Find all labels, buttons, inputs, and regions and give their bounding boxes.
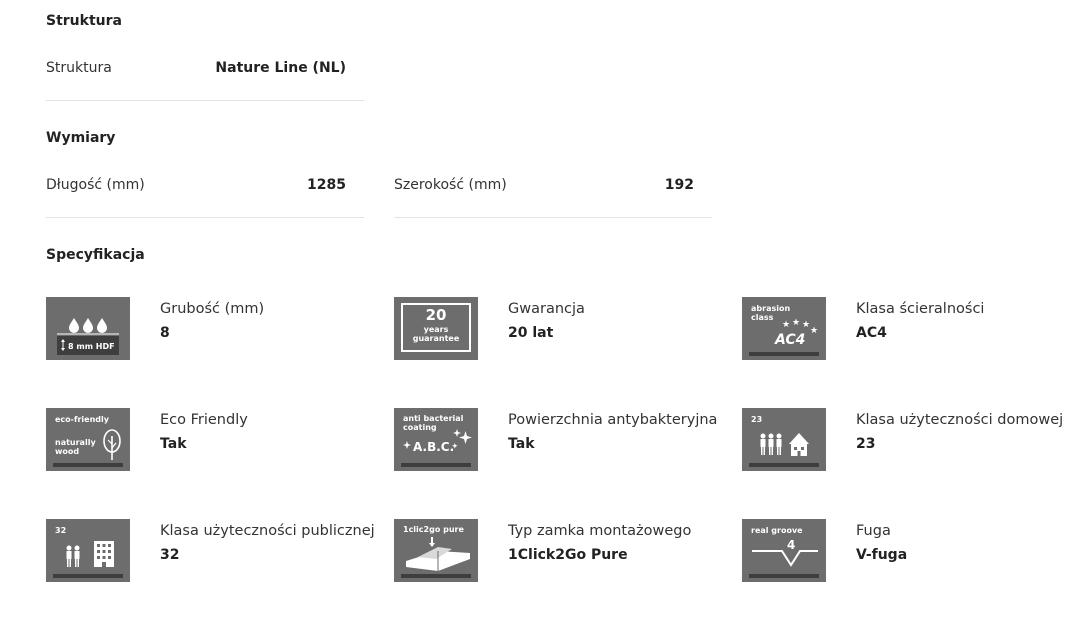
- spec-item-klasa-publicznej: 32 Klasa użyteczności publicznej 32: [46, 519, 376, 582]
- property-row-dlugosc: Długość (mm) 1285: [46, 172, 364, 218]
- spec-item-klasa-scieralnosci: abrasion class ★ ★ ★ ★ AC4 Klasa ścieral…: [742, 297, 1072, 360]
- eco-friendly-icon: eco-friendly naturally wood: [46, 408, 130, 471]
- spec-value: 23: [856, 436, 876, 452]
- spec-label: Grubość (mm): [160, 301, 265, 317]
- spec-label: Typ zamka montażowego: [508, 523, 692, 539]
- spec-value: 1Click2Go Pure: [508, 547, 628, 563]
- icon-caption: 8 mm HDF: [68, 342, 115, 351]
- section-title-specyfikacja: Specyfikacja: [46, 247, 145, 263]
- real-groove-icon: real groove 4: [742, 519, 826, 582]
- spec-item-klasa-domowej: 23 Klasa użyteczności domowej 23: [742, 408, 1072, 471]
- spec-label: Powierzchnia antybakteryjna: [508, 412, 718, 428]
- spec-item-gwarancja: 20 years guarantee Gwarancja 20 lat: [394, 297, 724, 360]
- svg-text:★: ★: [802, 320, 810, 330]
- section-title-wymiary: Wymiary: [46, 130, 116, 146]
- spec-value: 8: [160, 325, 170, 341]
- spec-label: Eco Friendly: [160, 412, 248, 428]
- spec-value: V-fuga: [856, 547, 908, 563]
- spec-label: Klasa użyteczności publicznej: [160, 523, 375, 539]
- spec-item-eco-friendly: eco-friendly naturally wood Eco Friendly…: [46, 408, 376, 471]
- abrasion-class-icon: abrasion class ★ ★ ★ ★ AC4: [742, 297, 826, 360]
- spec-value: Tak: [508, 436, 535, 452]
- public-use-icon: 32: [46, 519, 130, 582]
- svg-text:★: ★: [810, 326, 818, 336]
- spec-value: Tak: [160, 436, 187, 452]
- property-value: 192: [664, 177, 694, 193]
- spec-value: 32: [160, 547, 180, 563]
- guarantee-icon: 20 years guarantee: [394, 297, 478, 360]
- spec-item-typ-zamka: 1clic2go pure Typ zamka montażowego 1Cli…: [394, 519, 724, 582]
- spec-label: Gwarancja: [508, 301, 585, 317]
- spec-label: Klasa użyteczności domowej: [856, 412, 1064, 428]
- antibacterial-icon: anti bacterial coating A.B.C.: [394, 408, 478, 471]
- spec-label: Klasa ścieralności: [856, 301, 985, 317]
- spec-item-fuga: real groove 4 Fuga V-fuga: [742, 519, 1072, 582]
- property-label: Szerokość (mm): [394, 177, 507, 193]
- spec-item-antybakteryjna: anti bacterial coating A.B.C. Powierzchn…: [394, 408, 724, 471]
- svg-text:★: ★: [782, 320, 790, 330]
- icon-caption: years guarantee: [412, 325, 460, 343]
- icon-caption-big: AC4: [775, 332, 806, 348]
- property-row-struktura: Struktura Nature Line (NL): [46, 55, 364, 101]
- spec-item-grubosc: 8 mm HDF Grubość (mm) 8: [46, 297, 376, 360]
- spec-label: Fuga: [856, 523, 891, 539]
- property-label: Długość (mm): [46, 177, 145, 193]
- property-row-szerokosc: Szerokość (mm) 192: [394, 172, 712, 218]
- section-title-struktura: Struktura: [46, 13, 122, 29]
- property-label: Struktura: [46, 60, 112, 76]
- property-value: Nature Line (NL): [215, 60, 346, 76]
- water-drops-icon: 8 mm HDF: [46, 297, 130, 360]
- click-lock-icon: 1clic2go pure: [394, 519, 478, 582]
- spec-value: 20 lat: [508, 325, 554, 341]
- property-value: 1285: [307, 177, 346, 193]
- spec-value: AC4: [856, 325, 887, 341]
- icon-caption-big: 20: [425, 306, 447, 324]
- domestic-use-icon: 23: [742, 408, 826, 471]
- svg-text:★: ★: [792, 318, 800, 328]
